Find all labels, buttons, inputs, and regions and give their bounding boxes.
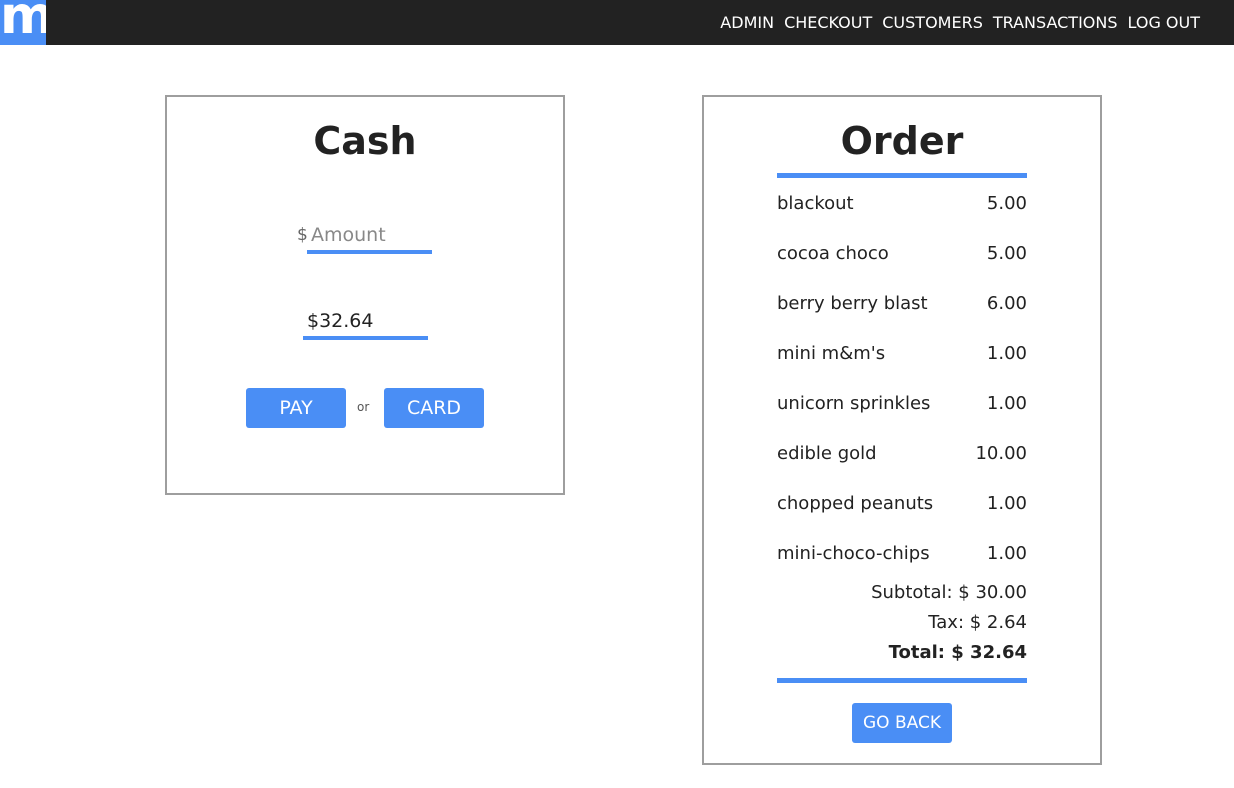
order-item-name: chopped peanuts — [777, 493, 934, 514]
order-item-name: mini-choco-chips — [777, 543, 930, 564]
order-item-name: cocoa choco — [777, 243, 889, 264]
pay-button[interactable]: PAY — [246, 388, 346, 428]
order-item-price: 1.00 — [986, 343, 1027, 364]
order-item-name: edible gold — [777, 443, 877, 464]
order-item: blackout 5.00 — [777, 193, 1027, 217]
order-title: Order — [840, 119, 964, 163]
order-panel: Order blackout 5.00 cocoa choco 5.00 ber… — [702, 95, 1102, 765]
order-item-name: berry berry blast — [777, 293, 928, 314]
top-nav-bar: m ADMIN CHECKOUT CUSTOMERS TRANSACTIONS … — [0, 0, 1234, 45]
order-item-price: 5.00 — [986, 243, 1027, 264]
order-item-name: unicorn sprinkles — [777, 393, 931, 414]
order-item: mini m&m's 1.00 — [777, 343, 1027, 367]
order-item-price: 5.00 — [986, 193, 1027, 214]
nav-admin[interactable]: ADMIN — [720, 13, 774, 32]
cash-panel: Cash $ PAY or CARD — [165, 95, 565, 495]
order-item: cocoa choco 5.00 — [777, 243, 1027, 267]
cash-title: Cash — [313, 119, 417, 163]
order-item-price: 1.00 — [986, 493, 1027, 514]
order-item: berry berry blast 6.00 — [777, 293, 1027, 317]
order-item: unicorn sprinkles 1.00 — [777, 393, 1027, 417]
or-label: or — [357, 400, 370, 414]
go-back-button[interactable]: GO BACK — [852, 703, 952, 743]
card-button[interactable]: CARD — [384, 388, 484, 428]
order-item-price: 1.00 — [986, 543, 1027, 564]
nav-customers[interactable]: CUSTOMERS — [882, 13, 983, 32]
app-logo[interactable]: m — [0, 0, 46, 45]
order-item-price: 6.00 — [986, 293, 1027, 314]
nav-transactions[interactable]: TRANSACTIONS — [993, 13, 1118, 32]
nav-log-out[interactable]: LOG OUT — [1128, 13, 1201, 32]
order-item: chopped peanuts 1.00 — [777, 493, 1027, 517]
tax-line: Tax: $ 2.64 — [928, 612, 1027, 633]
order-item-price: 1.00 — [986, 393, 1027, 414]
cash-total-field[interactable] — [303, 305, 428, 340]
order-item-price: 10.00 — [975, 443, 1027, 464]
order-item-name: blackout — [777, 193, 854, 214]
cash-amount-input[interactable] — [307, 219, 432, 254]
total-line: Total: $ 32.64 — [888, 642, 1027, 663]
order-bottom-divider — [777, 678, 1027, 683]
subtotal-line: Subtotal: $ 30.00 — [871, 582, 1027, 603]
order-top-divider — [777, 173, 1027, 178]
order-item: edible gold 10.00 — [777, 443, 1027, 467]
order-item-name: mini m&m's — [777, 343, 886, 364]
main-nav: ADMIN CHECKOUT CUSTOMERS TRANSACTIONS LO… — [710, 0, 1200, 45]
logo-letter: m — [0, 0, 46, 45]
nav-checkout[interactable]: CHECKOUT — [784, 13, 872, 32]
order-item: mini-choco-chips 1.00 — [777, 543, 1027, 567]
